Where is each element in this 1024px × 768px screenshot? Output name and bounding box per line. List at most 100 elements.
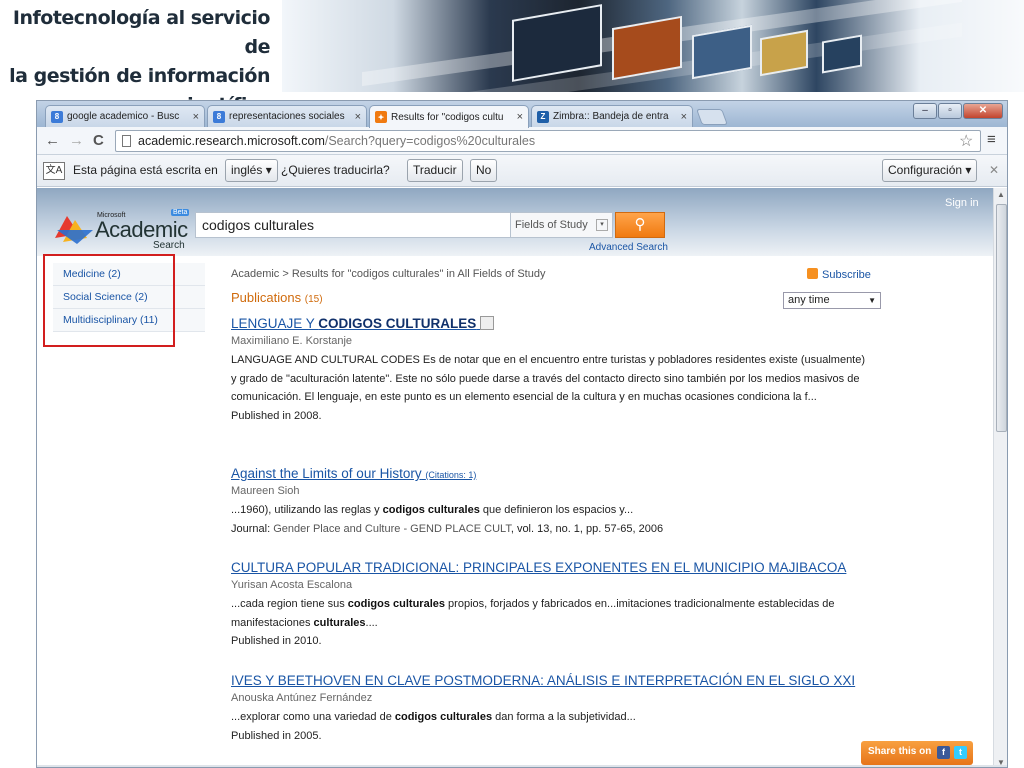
- close-tab-icon[interactable]: ×: [517, 111, 523, 123]
- maximize-icon[interactable]: ▫: [938, 103, 962, 119]
- tab-label: Zimbra:: Bandeja de entra: [553, 111, 669, 122]
- menu-icon[interactable]: ≡: [987, 131, 996, 148]
- page-icon: [122, 135, 131, 147]
- tab-representaciones[interactable]: 8 representaciones sociales ×: [207, 105, 367, 127]
- logo-search: Search: [153, 240, 185, 251]
- address-bar[interactable]: academic.research.microsoft.com/Search?q…: [115, 130, 981, 152]
- settings-label: Configuración: [888, 163, 963, 177]
- result-snippet: ...explorar como una variedad de codigos…: [231, 708, 871, 727]
- page-viewport: Sign in Microsoft Academic Search Beta c…: [37, 188, 993, 767]
- advanced-search-link[interactable]: Advanced Search: [589, 242, 668, 253]
- result-snippet: ...cada region tiene sus codigos cultura…: [231, 595, 871, 632]
- scrollbar-thumb[interactable]: [996, 204, 1007, 432]
- result-title-link[interactable]: IVES Y BEETHOVEN EN CLAVE POSTMODERNA: A…: [231, 673, 871, 688]
- site-header: Sign in Microsoft Academic Search Beta c…: [37, 188, 993, 256]
- result-published: Published in 2008.: [231, 409, 322, 422]
- sign-in-link[interactable]: Sign in: [945, 197, 979, 209]
- no-translate-button[interactable]: No: [470, 159, 498, 182]
- slide-header: Infotecnología al servicio de la gestión…: [0, 0, 1024, 116]
- breadcrumb: Academic > Results for "codigos cultural…: [231, 268, 891, 286]
- fields-of-study-select[interactable]: Fields of Study ▾: [511, 212, 613, 238]
- snippet-highlight: culturales: [313, 616, 366, 629]
- result-author-link[interactable]: Yurisan Acosta Escalona: [231, 579, 871, 595]
- language-select[interactable]: inglés ▾: [225, 159, 278, 182]
- slide-title-line-1: Infotecnología al servicio de: [12, 7, 271, 58]
- snippet-highlight: codigos culturales: [347, 598, 445, 610]
- snippet-highlight: codigos culturales: [382, 504, 480, 516]
- snippet-text: ...cada region tiene sus: [231, 598, 348, 610]
- time-filter-select[interactable]: any time ▼: [783, 292, 881, 309]
- zimbra-favicon-icon: Z: [537, 110, 549, 123]
- result-author-link[interactable]: Maximiliano E. Korstanje: [231, 335, 871, 351]
- google-favicon-icon: 8: [51, 110, 63, 123]
- google-favicon-icon: 8: [213, 110, 225, 123]
- academic-search-logo[interactable]: Microsoft Academic Search Beta: [53, 208, 190, 252]
- close-window-icon[interactable]: ✕: [963, 103, 1003, 119]
- snippet-highlight: codigos culturales: [394, 711, 493, 723]
- result-title: Against the Limits of our History: [231, 466, 422, 481]
- translate-button[interactable]: Traducir: [407, 159, 463, 182]
- tab-label: Results for "codigos cultu: [391, 111, 504, 123]
- banner-image: [282, 0, 1024, 92]
- search-icon: ⚲: [634, 216, 646, 233]
- snippet-text: dan forma a la subjetividad...: [492, 711, 636, 723]
- close-tab-icon[interactable]: ×: [193, 111, 199, 123]
- scroll-up-icon[interactable]: ▲: [997, 190, 1005, 199]
- result-title-link[interactable]: LENGUAJE Y CODIGOS CULTURALES: [231, 316, 871, 331]
- publications-heading: Publications (15): [231, 290, 323, 305]
- twitter-icon[interactable]: t: [954, 746, 967, 759]
- share-label: Share this on: [868, 746, 932, 757]
- fields-label: Fields of Study: [515, 219, 588, 231]
- result-item: LENGUAJE Y CODIGOS CULTURALES Maximilian…: [231, 316, 871, 425]
- breadcrumb-academic-link[interactable]: Academic: [231, 268, 279, 280]
- url-path: /Search?query=codigos%20culturales: [324, 134, 536, 148]
- new-tab-button[interactable]: [696, 109, 728, 125]
- close-translate-bar-icon[interactable]: ✕: [989, 163, 999, 177]
- subscribe-label: Subscribe: [822, 269, 871, 281]
- reload-icon[interactable]: C: [93, 132, 104, 149]
- facebook-icon[interactable]: f: [937, 746, 950, 759]
- search-input[interactable]: codigos culturales: [195, 212, 511, 238]
- tab-zimbra[interactable]: Z Zimbra:: Bandeja de entra ×: [531, 105, 693, 127]
- tab-label: representaciones sociales: [229, 111, 345, 122]
- result-snippet: ...1960), utilizando las reglas y codigo…: [231, 501, 871, 520]
- snippet-text: ....: [365, 616, 378, 629]
- minimize-icon[interactable]: –: [913, 103, 937, 119]
- share-widget[interactable]: Share this on f t: [861, 741, 973, 765]
- close-tab-icon[interactable]: ×: [355, 111, 361, 123]
- close-tab-icon[interactable]: ×: [681, 111, 687, 123]
- language-value: inglés: [231, 163, 263, 177]
- rss-icon: [807, 268, 818, 279]
- back-arrow-icon[interactable]: ←: [45, 132, 60, 149]
- result-title-link[interactable]: CULTURA POPULAR TRADICIONAL: PRINCIPALES…: [231, 560, 871, 575]
- bookmark-star-icon[interactable]: ☆: [959, 131, 973, 151]
- translate-question: ¿Quieres traducirla?: [281, 163, 390, 177]
- result-item: Against the Limits of our History (Citat…: [231, 466, 871, 538]
- publications-count: (15): [304, 294, 323, 305]
- window-controls: – ▫ ✕: [913, 103, 1003, 119]
- result-title-highlight: CODIGOS CULTURALES: [318, 316, 477, 331]
- tab-results-active[interactable]: ✦ Results for "codigos cultu ×: [369, 105, 529, 128]
- results-main: Academic > Results for "codigos cultural…: [231, 268, 891, 742]
- translate-bar: 文A Esta página está escrita en inglés ▾ …: [37, 155, 1007, 187]
- tab-google-academico[interactable]: 8 google academico - Busc ×: [45, 105, 205, 127]
- subscribe-link[interactable]: Subscribe: [807, 268, 871, 281]
- browser-window: 8 google academico - Busc × 8 representa…: [36, 100, 1008, 768]
- translate-settings-button[interactable]: Configuración ▾: [882, 159, 978, 182]
- academic-favicon-icon: ✦: [375, 111, 387, 123]
- journal-name-link[interactable]: Gender Place and Culture - GEND PLACE CU…: [273, 523, 511, 535]
- breadcrumb-current: Results for "codigos culturales" in All …: [291, 268, 546, 280]
- result-author-link[interactable]: Anouska Antúnez Fernández: [231, 692, 871, 708]
- search-button[interactable]: ⚲: [615, 212, 665, 238]
- result-title-link[interactable]: Against the Limits of our History (Citat…: [231, 466, 871, 481]
- beta-badge: Beta: [171, 209, 190, 216]
- snippet-text: ...1960), utilizando las reglas y: [231, 504, 383, 516]
- url-host: academic.research.microsoft.com: [138, 134, 325, 148]
- vertical-scrollbar[interactable]: ▲ ▼: [993, 188, 1007, 767]
- forward-arrow-icon[interactable]: →: [69, 132, 84, 149]
- result-author-link[interactable]: Maureen Sioh: [231, 485, 871, 501]
- citations-link[interactable]: (Citations: 1): [425, 470, 476, 480]
- academic-logo-icon: [55, 216, 93, 244]
- time-filter-value: any time: [788, 294, 830, 306]
- result-item: CULTURA POPULAR TRADICIONAL: PRINCIPALES…: [231, 560, 871, 650]
